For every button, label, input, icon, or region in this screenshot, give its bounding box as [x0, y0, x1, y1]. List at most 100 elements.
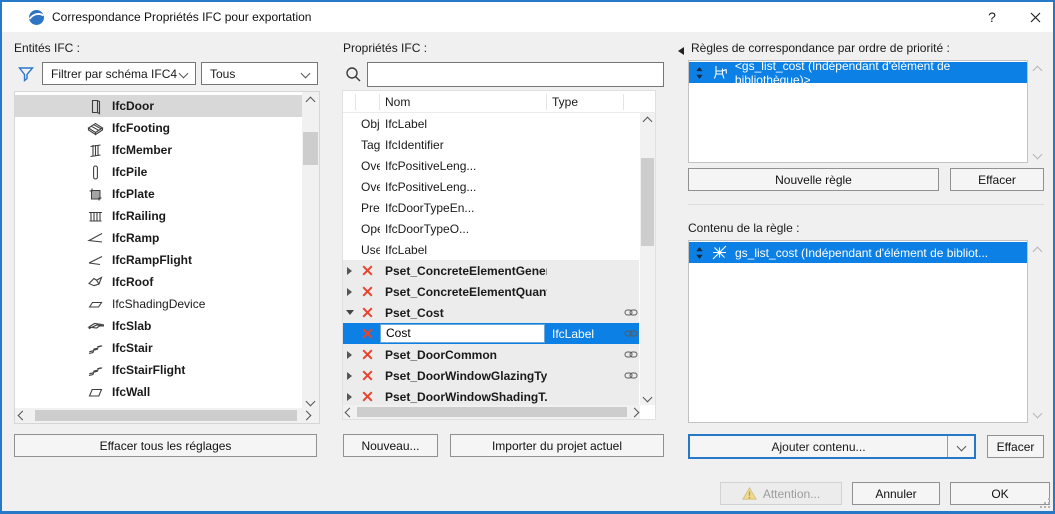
property-scroll-thumb[interactable] — [641, 158, 654, 246]
delete-x-icon[interactable] — [362, 286, 373, 297]
expander[interactable] — [343, 393, 356, 401]
type-filter-dropdown[interactable]: Tous — [201, 62, 318, 85]
expander[interactable] — [343, 351, 356, 359]
clear-content-button[interactable]: Effacer — [987, 435, 1044, 458]
chevron-down-icon — [179, 69, 189, 79]
property-hscroll-thumb[interactable] — [357, 407, 627, 417]
scroll-left-arrow[interactable] — [16, 409, 28, 422]
property-row[interactable]: Cost IfcLabel — [343, 323, 639, 344]
property-row[interactable]: Pset_DoorWindowShadingT... — [343, 386, 639, 407]
property-row[interactable]: Pset_ConcreteElementQuanti... — [343, 281, 639, 302]
entity-icon — [87, 164, 104, 181]
property-row[interactable]: Tag (IfcElement) IfcIdentifier — [343, 134, 639, 155]
delete-x-icon[interactable] — [362, 265, 373, 276]
entity-list-item[interactable]: IfcStair — [15, 337, 302, 359]
property-row[interactable]: OverallHeight IfcPositiveLeng... — [343, 155, 639, 176]
property-name: PredefinedType — [356, 201, 380, 215]
entity-label: IfcShadingDevice — [112, 297, 205, 311]
cancel-button[interactable]: Annuler — [852, 482, 940, 505]
entity-list-item[interactable]: IfcRampFlight — [15, 249, 302, 271]
delete-x-icon[interactable] — [362, 307, 373, 318]
rule-content-item[interactable]: gs_list_cost (Indépendant d'élément de b… — [689, 242, 1027, 263]
entity-list-item[interactable]: IfcWall — [15, 381, 302, 403]
property-row[interactable]: Pset_DoorCommon — [343, 344, 639, 365]
help-button[interactable]: ? — [977, 6, 1007, 28]
expander[interactable] — [343, 372, 356, 380]
scroll-up-arrow[interactable] — [1031, 64, 1044, 77]
add-content-split-button[interactable]: Ajouter contenu... — [688, 434, 976, 459]
entity-label: IfcSlab — [112, 319, 151, 333]
scroll-up-arrow[interactable] — [641, 115, 654, 128]
entity-hscroll-thumb[interactable] — [35, 410, 297, 421]
add-content-button[interactable]: Ajouter contenu... — [690, 436, 947, 457]
entity-list-item[interactable]: IfcPile — [15, 161, 302, 183]
resize-grip[interactable] — [1040, 498, 1050, 508]
property-type: IfcLabel — [380, 117, 547, 131]
clear-all-settings-button[interactable]: Effacer tous les réglages — [14, 434, 317, 457]
delete-x-icon[interactable] — [362, 391, 373, 402]
entity-icon — [87, 208, 104, 225]
reorder-handle-icon[interactable] — [695, 66, 704, 80]
new-property-button[interactable]: Nouveau... — [343, 434, 438, 457]
entity-scroll-thumb[interactable] — [303, 132, 318, 165]
scroll-right-arrow[interactable] — [629, 406, 640, 418]
property-vertical-scrollbar[interactable] — [640, 113, 655, 405]
ok-button[interactable]: OK — [950, 482, 1050, 505]
expander[interactable] — [343, 310, 356, 315]
entity-label: IfcRailing — [112, 209, 166, 223]
entity-list-item[interactable]: IfcRamp — [15, 227, 302, 249]
warning-button[interactable]: Attention... — [720, 482, 842, 505]
entity-list-item[interactable]: IfcStairFlight — [15, 359, 302, 381]
property-type: IfcPositiveLeng... — [380, 159, 547, 173]
entity-list-item[interactable]: IfcPlate — [15, 183, 302, 205]
new-rule-button[interactable]: Nouvelle règle — [688, 168, 939, 191]
expander[interactable] — [343, 288, 356, 296]
entity-list-item[interactable]: IfcMember — [15, 139, 302, 161]
add-content-dropdown[interactable] — [947, 436, 974, 457]
scroll-down-arrow[interactable] — [1031, 407, 1044, 420]
scroll-down-arrow[interactable] — [303, 394, 318, 408]
scroll-left-arrow[interactable] — [344, 406, 355, 418]
entity-list-item[interactable]: IfcRailing — [15, 205, 302, 227]
filter-funnel-icon — [17, 65, 35, 83]
property-row[interactable]: OperationType IfcDoorTypeO... — [343, 218, 639, 239]
property-row[interactable]: UserDefinedOperationType IfcLabel — [343, 239, 639, 260]
scroll-down-arrow[interactable] — [1031, 148, 1044, 161]
property-type: IfcPositiveLeng... — [380, 180, 547, 194]
property-row[interactable]: OverallWidth IfcPositiveLeng... — [343, 176, 639, 197]
collapse-panel-icon[interactable] — [678, 47, 684, 55]
entity-list-item[interactable]: IfcRoof — [15, 271, 302, 293]
property-name: ObjectType (IfcObject) — [356, 117, 380, 131]
entity-label: IfcPile — [112, 165, 147, 179]
scroll-right-arrow[interactable] — [300, 409, 312, 422]
delete-x-icon[interactable] — [362, 370, 373, 381]
property-name: OverallWidth — [356, 180, 380, 194]
property-name: Pset_ConcreteElementGeneral — [380, 264, 547, 278]
property-row[interactable]: Pset_ConcreteElementGeneral — [343, 260, 639, 281]
schema-filter-dropdown[interactable]: Filtrer par schéma IFC4 — [42, 62, 196, 85]
entity-list-item[interactable]: IfcFooting — [15, 117, 302, 139]
delete-x-icon[interactable] — [362, 328, 373, 339]
property-name: Pset_DoorWindowGlazingTy... — [380, 369, 547, 383]
property-row[interactable]: PredefinedType IfcDoorTypeEn... — [343, 197, 639, 218]
entity-list-item[interactable]: IfcShadingDevice — [15, 293, 302, 315]
property-row[interactable]: ObjectType (IfcObject) IfcLabel — [343, 113, 639, 134]
entity-icon — [87, 252, 104, 269]
property-row[interactable]: Pset_Cost — [343, 302, 639, 323]
import-from-project-button[interactable]: Importer du projet actuel — [450, 434, 664, 457]
scroll-down-arrow[interactable] — [641, 391, 654, 404]
entity-list-item[interactable]: IfcDoor — [15, 95, 302, 117]
scroll-up-arrow[interactable] — [303, 94, 318, 108]
close-button[interactable] — [1020, 6, 1050, 28]
property-table-header: Nom Type — [343, 91, 655, 113]
rule-item[interactable]: <gs_list_cost (Indépendant d'élément de … — [689, 62, 1027, 83]
property-search-input[interactable] — [367, 62, 664, 87]
entity-label: IfcPlate — [112, 187, 155, 201]
scroll-up-arrow[interactable] — [1031, 245, 1044, 258]
entity-list-item[interactable]: IfcSlab — [15, 315, 302, 337]
expander[interactable] — [343, 267, 356, 275]
clear-rule-button[interactable]: Effacer — [950, 168, 1044, 191]
property-row[interactable]: Pset_DoorWindowGlazingTy... — [343, 365, 639, 386]
delete-x-icon[interactable] — [362, 349, 373, 360]
reorder-handle-icon[interactable] — [695, 246, 704, 260]
